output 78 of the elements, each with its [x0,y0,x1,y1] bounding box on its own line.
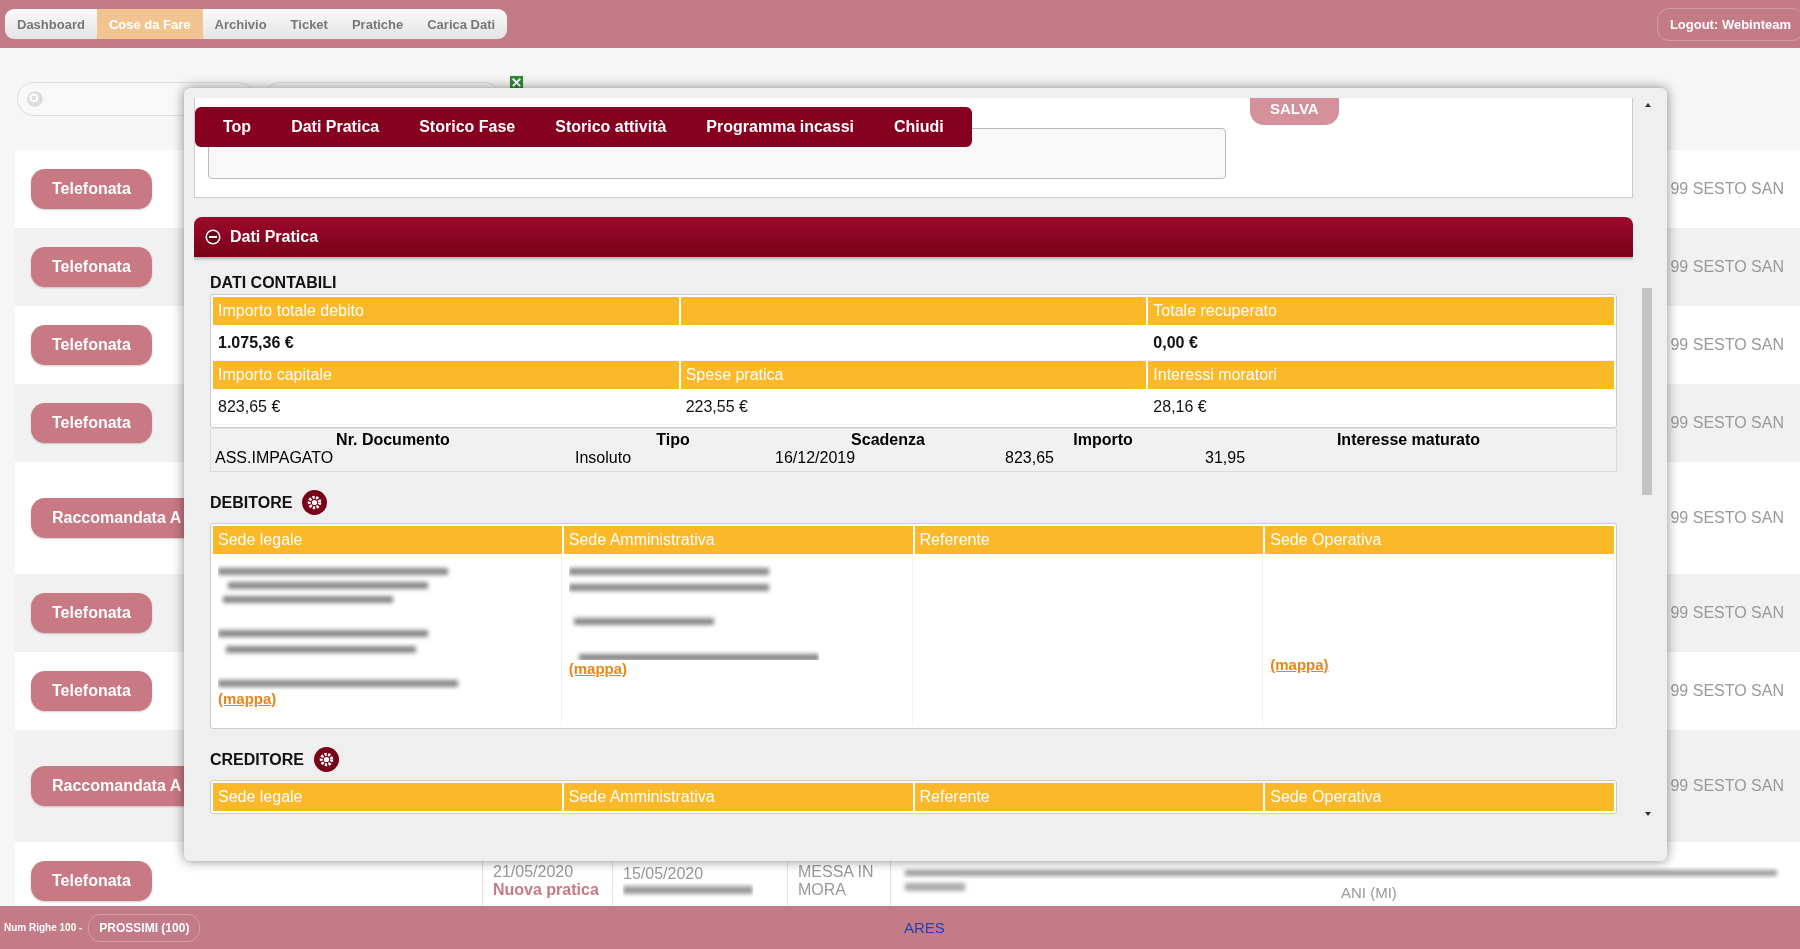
column-header: Nr. Documento [335,431,451,449]
map-link[interactable]: (mappa) [1270,656,1329,673]
column-header: Sede Operativa [1265,783,1614,811]
nav-tab[interactable]: Pratiche [339,9,416,39]
subsection-heading: DEBITORE [210,493,293,512]
subsection-heading: CREDITORE [210,750,304,769]
action-button[interactable]: Telefonata [31,861,152,901]
column-header: Sede legale [213,783,562,811]
next-page-button[interactable]: PROSSIMI (100) [88,913,201,942]
table-cell-text: 823,65 [1004,449,1055,467]
menu-link[interactable]: Chiudi [874,118,964,136]
table-cell-text: 28,16 € [1152,396,1208,417]
address-text: 99 SESTO SAN [1670,509,1784,527]
table-cell-text: 1.075,36 € [217,332,295,353]
table-cell-text: 823,65 € [217,396,282,417]
map-link[interactable]: (mappa) [568,660,628,677]
spreadsheet-icon[interactable] [509,75,524,90]
column-header: Sede legale [213,526,562,554]
scrollbar-thumb[interactable] [1642,288,1652,495]
column-header: Interesse maturato [1335,431,1482,449]
column-header: Sede Operativa [1265,526,1614,554]
rows-count-label: Num Righe 100 - [4,922,83,933]
map-link[interactable]: (mappa) [218,690,277,707]
date-text: 21/05/2020 [493,863,575,881]
address-text: 99 SESTO SAN [1670,258,1784,276]
settings-icon[interactable] [302,490,328,515]
column-header: Totale recuperato [1148,297,1614,325]
section-header[interactable]: Dati Pratica [194,217,1633,257]
nav-tab[interactable]: Carica Dati [415,9,508,39]
table-cell-text: 0,00 € [1152,332,1199,353]
action-button[interactable]: Telefonata [31,671,152,711]
menu-link[interactable]: Storico Fase [399,118,536,136]
column-header: Scadenza [850,431,926,449]
action-button[interactable]: Telefonata [31,403,152,443]
action-button[interactable]: Telefonata [31,247,152,287]
table-cell-text: Insoluto [574,449,633,467]
address-text: 99 SESTO SAN [1670,777,1784,795]
table-cell-text: 16/12/2019 [774,449,857,467]
phase-text: MESSA IN MORA [798,863,875,899]
address-text: 99 SESTO SAN [1670,336,1784,354]
date-text: 15/05/2020 [623,865,705,883]
table-cell-text: 223,55 € [684,396,749,417]
column-header: Tipo [655,431,691,449]
column-header: Referente [914,783,1264,811]
action-button[interactable]: Telefonata [31,169,152,209]
nav-tab[interactable]: Ticket [278,9,340,39]
menu-link[interactable]: Top [203,118,272,136]
subsection-heading: DATI CONTABILI [210,274,338,292]
address-text: ANI (MI) [1341,884,1397,901]
search-icon [26,90,44,108]
column-header: Spese pratica [680,361,1147,389]
menu-link[interactable]: Storico attività [535,118,687,136]
menu-link[interactable]: Programma incassi [686,118,874,136]
column-header: Referente [914,526,1264,554]
save-button[interactable]: SALVA [1250,98,1339,125]
status-text: Nuova pratica [493,881,600,899]
column-header: Importo totale debito [213,297,679,325]
address-text: 99 SESTO SAN [1670,180,1784,198]
logout-button[interactable]: Logout: Webinteam [1656,7,1800,41]
action-button[interactable]: Telefonata [31,593,152,633]
address-text: 99 SESTO SAN [1670,604,1784,622]
column-header: Sede Amministrativa [563,783,913,811]
table-cell-text: 31,95 [1204,449,1247,467]
nav-tab[interactable]: Archivio [202,9,279,39]
section-title: Dati Pratica [230,228,319,246]
column-header: Sede Amministrativa [563,526,913,554]
settings-icon[interactable] [313,747,339,772]
brand-text: ARES [904,919,945,936]
menu-link[interactable]: Dati Pratica [271,118,400,136]
column-header: Importo [1072,431,1134,449]
address-text: 99 SESTO SAN [1670,414,1784,432]
action-button[interactable]: Telefonata [31,325,152,365]
table-cell-text: ASS.IMPAGATO [214,449,335,467]
address-text: 99 SESTO SAN [1670,682,1784,700]
collapse-icon[interactable] [205,229,221,245]
column-header: Interessi moratori [1148,361,1614,389]
column-header: Importo capitale [213,361,679,389]
nav-tab[interactable]: Dashboard [5,9,97,39]
